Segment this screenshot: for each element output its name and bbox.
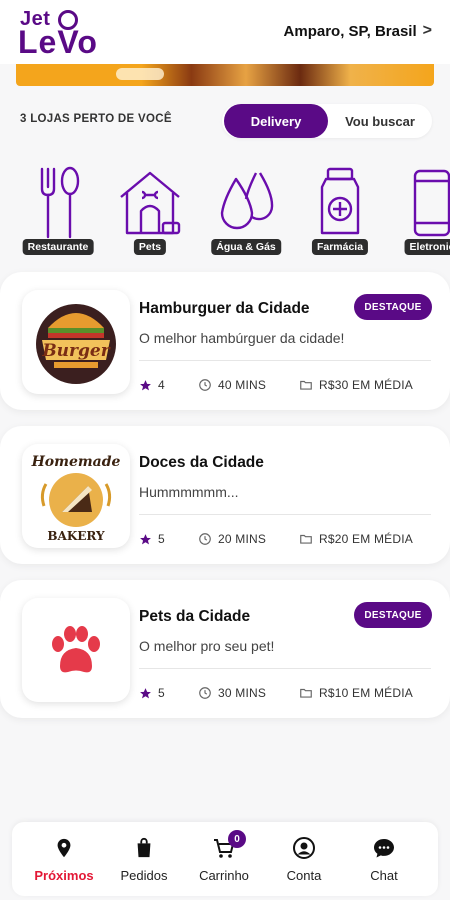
card-divider [139, 360, 431, 361]
store-price: R$10 EM MÉDIA [299, 686, 413, 700]
nav-proximos[interactable]: Próximos [24, 836, 104, 890]
category-restaurante[interactable]: Restaurante [10, 165, 106, 260]
category-label: Água & Gás [211, 239, 281, 255]
category-label: Farmácia [311, 239, 369, 255]
bakery-logo-bottom-text: BAKERY [47, 529, 105, 543]
cart-count-badge: 0 [228, 830, 246, 848]
fork-spoon-icon [40, 166, 80, 239]
star-icon [140, 533, 151, 544]
time-value: 30 MINS [218, 686, 267, 700]
store-name: Hamburguer da Cidade [139, 300, 310, 317]
card-divider [139, 514, 431, 515]
price-value: R$30 EM MÉDIA [319, 378, 413, 392]
clock-icon [199, 687, 211, 699]
bakery-logo-icon: Homemade BAKERY [31, 454, 121, 543]
nav-label: Pedidos [120, 868, 168, 883]
rating-value: 5 [158, 686, 165, 700]
store-description: Hummmmmm... [139, 484, 239, 500]
location-selector[interactable]: Amparo, SP, Brasil > [284, 22, 432, 40]
delivery-mode-toggle: Delivery Vou buscar [222, 104, 432, 138]
star-icon [140, 687, 151, 698]
folder-icon [300, 688, 312, 698]
highlight-badge: DESTAQUE [354, 602, 432, 628]
nav-carrinho[interactable]: 0 Carrinho [184, 830, 264, 890]
folder-icon [300, 380, 312, 390]
nav-label: Conta [286, 868, 322, 883]
store-name: Doces da Cidade [139, 454, 264, 471]
doghouse-icon [120, 171, 181, 235]
bottom-navigation: Próximos Pedidos 0 Carrinho Conta Chat [12, 822, 438, 896]
highlight-badge: DESTAQUE [354, 294, 432, 320]
pickup-option[interactable]: Vou buscar [330, 104, 430, 138]
clock-icon [199, 533, 211, 545]
nav-label: Chat [370, 868, 398, 883]
delivery-option[interactable]: Delivery [224, 104, 328, 138]
category-label: Eletronic [404, 239, 450, 255]
burger-logo-text: Burger [41, 341, 110, 361]
category-carousel[interactable]: Restaurante Pets Água & Gás Farmácia Ele… [0, 165, 450, 260]
stores-count-label: 3 LOJAS PERTO DE VOCÊ [20, 113, 172, 125]
time-value: 40 MINS [218, 378, 267, 392]
clock-icon [199, 379, 211, 391]
nav-label: Carrinho [199, 868, 249, 883]
medicine-bottle-icon [320, 167, 360, 235]
store-card-doces[interactable]: Homemade BAKERY Doces da Cidade Hummmmmm… [0, 426, 450, 564]
location-pin-icon [57, 838, 71, 858]
nav-label: Próximos [34, 868, 94, 883]
price-value: R$20 EM MÉDIA [319, 532, 413, 546]
store-description: O melhor hambúrguer da cidade! [139, 330, 345, 346]
store-delivery-time: 20 MINS [198, 532, 266, 546]
store-logo-burger: Burger [22, 290, 130, 394]
chat-bubble-icon [374, 839, 394, 858]
category-label: Restaurante [22, 239, 94, 255]
category-farmacia[interactable]: Farmácia [292, 165, 388, 260]
store-delivery-time: 30 MINS [198, 686, 266, 700]
nav-chat[interactable]: Chat [344, 836, 424, 890]
bakery-logo-top-text: Homemade [31, 454, 121, 470]
paw-icon [52, 626, 100, 673]
time-value: 20 MINS [218, 532, 267, 546]
category-pets[interactable]: Pets [102, 165, 198, 260]
location-label: Amparo, SP, Brasil [283, 22, 417, 40]
app-screen: Jet LeVo Amparo, SP, Brasil > 3 LOJAS PE… [0, 0, 450, 900]
store-rating: 5 [139, 686, 165, 700]
store-card-pets[interactable]: Pets da Cidade DESTAQUE O melhor pro seu… [0, 580, 450, 718]
store-logo-bakery: Homemade BAKERY [22, 444, 130, 548]
category-eletronicos[interactable]: Eletronic [384, 165, 450, 260]
nav-pedidos[interactable]: Pedidos [104, 836, 184, 890]
store-delivery-time: 40 MINS [198, 378, 266, 392]
store-description: O melhor pro seu pet! [139, 638, 275, 654]
store-rating: 4 [139, 378, 165, 392]
store-price: R$20 EM MÉDIA [299, 532, 413, 546]
chevron-right-icon: > [422, 22, 432, 39]
price-value: R$10 EM MÉDIA [319, 686, 413, 700]
water-drops-icon [220, 172, 274, 230]
store-name: Pets da Cidade [139, 608, 251, 625]
category-agua-gas[interactable]: Água & Gás [198, 165, 294, 260]
account-icon [293, 837, 315, 859]
folder-icon [300, 534, 312, 544]
category-label: Pets [133, 239, 167, 255]
store-card-hamburguer[interactable]: Burger Hamburguer da Cidade DESTAQUE O m… [0, 272, 450, 410]
star-icon [140, 379, 151, 390]
smartphone-icon [413, 169, 450, 237]
card-divider [139, 668, 431, 669]
store-logo-paw [22, 598, 130, 702]
banner-decoration [116, 68, 164, 80]
top-header: Jet LeVo Amparo, SP, Brasil > [0, 0, 450, 64]
rating-value: 4 [158, 378, 165, 392]
logo-bottom-text: LeVo [18, 24, 98, 60]
jetlevo-logo[interactable]: Jet LeVo [18, 6, 98, 60]
shopping-bag-icon [137, 837, 151, 858]
rating-value: 5 [158, 532, 165, 546]
store-price: R$30 EM MÉDIA [299, 378, 413, 392]
nav-conta[interactable]: Conta [264, 836, 344, 890]
promo-banner[interactable] [16, 64, 434, 86]
store-rating: 5 [139, 532, 165, 546]
burger-logo-icon: Burger [36, 304, 116, 384]
